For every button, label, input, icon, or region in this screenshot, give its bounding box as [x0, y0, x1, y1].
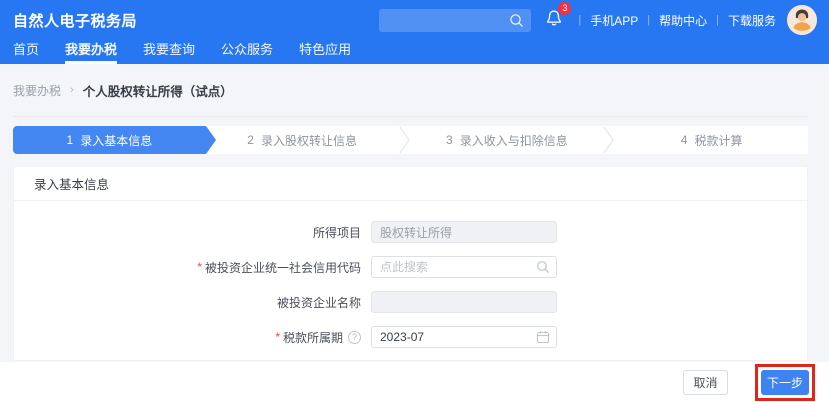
field-tax-period: * 税款所属期 ? [14, 326, 807, 348]
step-label: 录入股权转让信息 [261, 132, 357, 149]
notification-badge: 3 [558, 2, 571, 15]
avatar-illustration [787, 5, 817, 35]
app-title: 自然人电子税务局 [13, 10, 137, 31]
top-header: 自然人电子税务局 3 | 手机APP | 帮助中心 | 下载服务 [0, 0, 829, 40]
step-separator-chevron-icon [603, 126, 615, 154]
income-item-input [371, 221, 557, 243]
search-icon[interactable] [536, 260, 550, 274]
header-separator: | [716, 14, 719, 26]
label-text: 被投资企业统一社会信用代码 [205, 259, 361, 276]
field-company-name: 被投资企业名称 [14, 291, 807, 313]
step-3-income-deduction-info[interactable]: 3 录入收入与扣除信息 [411, 126, 604, 154]
annotation-highlight-box: 下一步 [755, 364, 815, 401]
step-4-tax-calculation[interactable]: 4 税款计算 [615, 126, 808, 154]
field-label: 所得项目 [14, 224, 371, 241]
field-income-item: 所得项目 [14, 221, 807, 243]
field-label: * 被投资企业统一社会信用代码 [14, 259, 371, 276]
help-glyph: ? [352, 332, 357, 342]
global-search[interactable] [379, 9, 531, 32]
breadcrumb-parent[interactable]: 我要办税 [13, 82, 61, 99]
breadcrumb-current: 个人股权转让所得（试点） [83, 81, 233, 100]
user-avatar[interactable] [787, 5, 817, 35]
basic-info-form: 所得项目 * 被投资企业统一社会信用代码 [14, 201, 807, 362]
step-separator-chevron-icon [399, 126, 411, 154]
step-1-basic-info[interactable]: 1 录入基本信息 [13, 126, 206, 154]
next-step-button[interactable]: 下一步 [761, 370, 809, 395]
step-number: 2 [247, 133, 254, 147]
link-download-service[interactable]: 下载服务 [728, 12, 776, 29]
company-name-input-wrap [371, 291, 557, 313]
step-2-equity-transfer-info[interactable]: 2 录入股权转让信息 [206, 126, 399, 154]
breadcrumb-divider [13, 116, 808, 117]
credit-code-input-wrap [371, 256, 557, 278]
credit-code-input[interactable] [371, 256, 557, 278]
section-title: 录入基本信息 [14, 167, 807, 201]
required-asterisk: * [275, 330, 280, 344]
help-icon[interactable]: ? [348, 331, 361, 344]
link-help-center[interactable]: 帮助中心 [659, 12, 707, 29]
link-mobile-app[interactable]: 手机APP [590, 12, 638, 29]
page-body: 我要办税 › 个人股权转让所得（试点） 1 录入基本信息 2 录入股权转让信息 … [0, 64, 829, 402]
label-text: 被投资企业名称 [277, 294, 361, 311]
tax-period-input-wrap [371, 326, 557, 348]
basic-info-card: 录入基本信息 所得项目 * 被投资企业统一社会信用代码 [13, 166, 808, 361]
main-nav: 首页 我要办税 我要查询 公众服务 特色应用 [0, 40, 829, 64]
step-number: 1 [67, 133, 74, 147]
search-icon[interactable] [509, 13, 524, 28]
step-number: 3 [446, 133, 453, 147]
nav-item-query[interactable]: 我要查询 [143, 40, 195, 64]
step-label: 录入基本信息 [80, 132, 152, 149]
tax-period-input[interactable] [371, 326, 557, 348]
step-label: 录入收入与扣除信息 [460, 132, 568, 149]
label-text: 所得项目 [313, 224, 361, 241]
nav-item-featured-apps[interactable]: 特色应用 [299, 40, 351, 64]
action-bar: 取消 下一步 [0, 362, 829, 402]
nav-item-home[interactable]: 首页 [13, 40, 39, 64]
company-name-input [371, 291, 557, 313]
nav-item-public-service[interactable]: 公众服务 [221, 40, 273, 64]
step-label: 税款计算 [694, 132, 742, 149]
field-label: 被投资企业名称 [14, 294, 371, 311]
cancel-button[interactable]: 取消 [683, 370, 728, 395]
breadcrumb: 我要办税 › 个人股权转让所得（试点） [0, 64, 829, 116]
app-window: 自然人电子税务局 3 | 手机APP | 帮助中心 | 下载服务 [0, 0, 829, 402]
nav-item-file-tax[interactable]: 我要办税 [65, 40, 117, 64]
header-separator: | [647, 14, 650, 26]
income-item-input-wrap [371, 221, 557, 243]
calendar-icon[interactable] [536, 330, 550, 344]
step-number: 4 [681, 133, 688, 147]
breadcrumb-separator-icon: › [70, 84, 74, 96]
step-wizard: 1 录入基本信息 2 录入股权转让信息 3 录入收入与扣除信息 4 税款计算 [13, 126, 808, 154]
header-separator: | [578, 14, 581, 26]
field-label: * 税款所属期 ? [14, 329, 371, 346]
notification-bell[interactable]: 3 [545, 8, 563, 33]
header-actions: 3 | 手机APP | 帮助中心 | 下载服务 [379, 0, 817, 40]
required-asterisk: * [197, 260, 202, 274]
label-text: 税款所属期 [283, 329, 343, 346]
field-company-credit-code: * 被投资企业统一社会信用代码 [14, 256, 807, 278]
